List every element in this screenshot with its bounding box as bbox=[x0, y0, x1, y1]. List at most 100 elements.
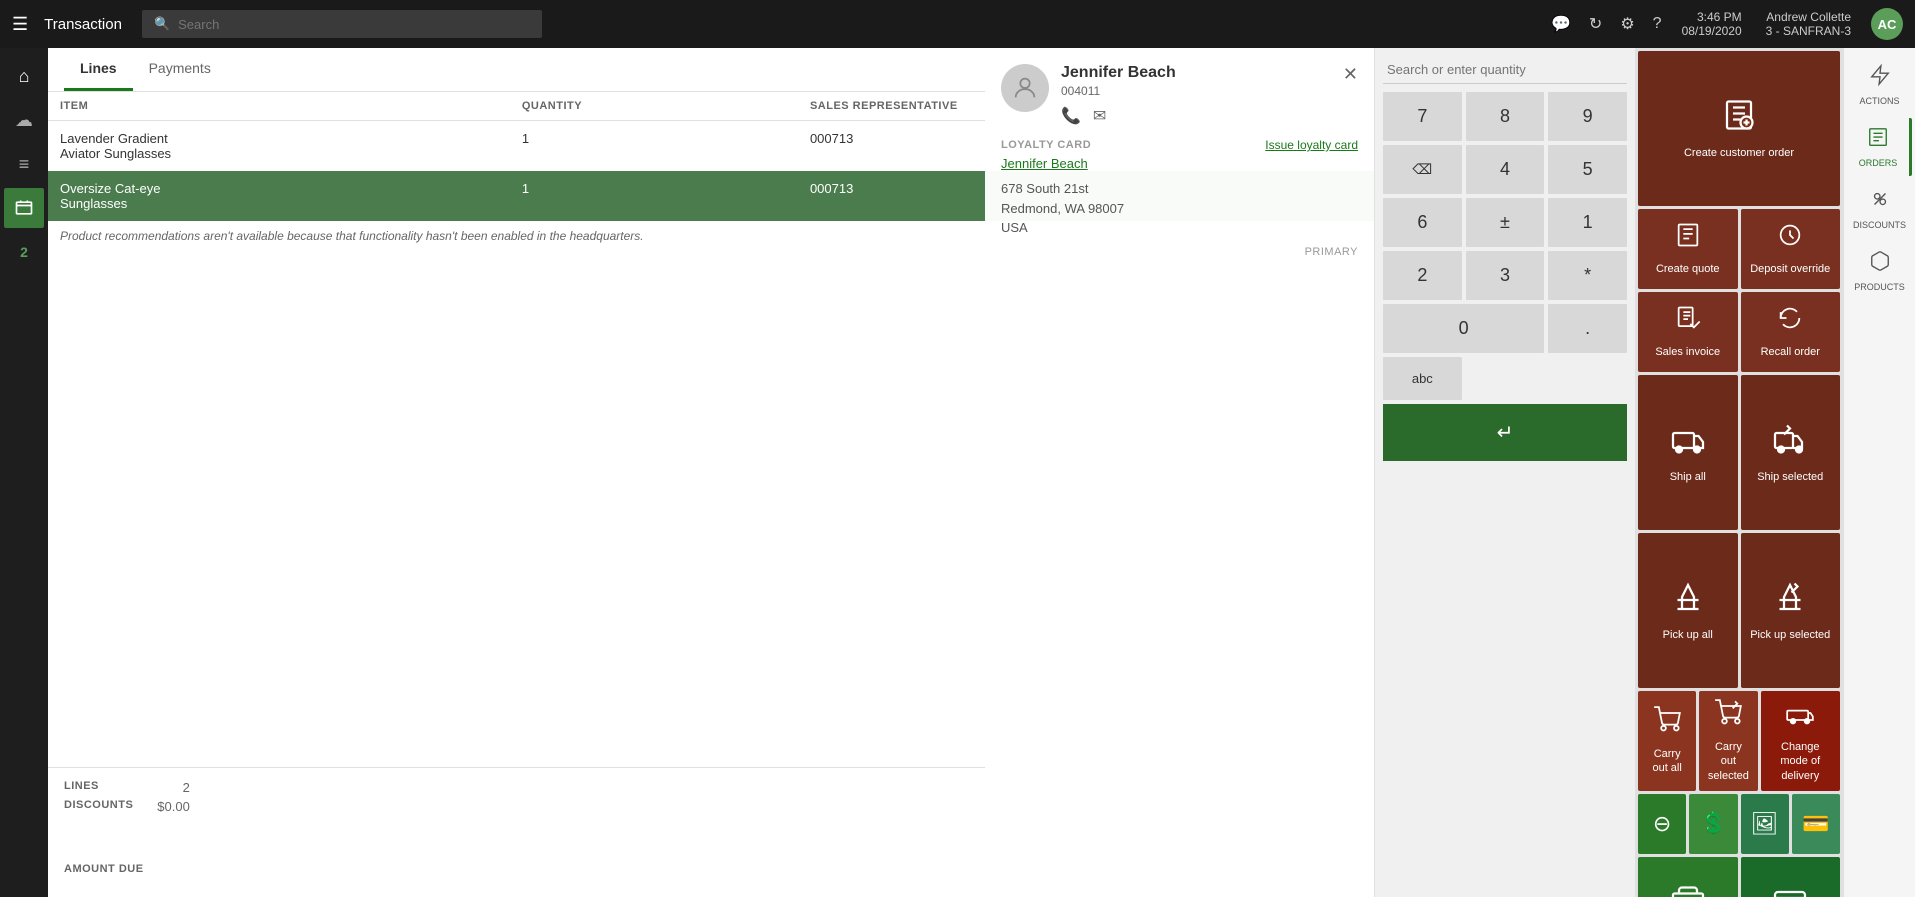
numpad-9[interactable]: 9 bbox=[1548, 92, 1627, 141]
numpad-7[interactable]: 7 bbox=[1383, 92, 1462, 141]
carry-out-all-label: Carry out all bbox=[1646, 747, 1688, 776]
app-title: Transaction bbox=[44, 16, 122, 33]
sidebar-item-cloud[interactable]: ☁ bbox=[4, 100, 44, 140]
hamburger-icon[interactable]: ☰ bbox=[12, 14, 28, 35]
tab-lines[interactable]: Lines bbox=[64, 48, 133, 91]
lines-label: LINES bbox=[64, 780, 99, 795]
tile-ship-selected[interactable]: Ship selected bbox=[1741, 375, 1841, 530]
tile-create-customer-order[interactable]: Create customer order bbox=[1638, 51, 1840, 206]
numpad-1[interactable]: 1 bbox=[1548, 198, 1627, 247]
topbar: ☰ Transaction 🔍 💬 ↻ ⚙ ? 3:46 PM 08/19/20… bbox=[0, 0, 1915, 48]
action-strip-discounts[interactable]: DISCOUNTS bbox=[1848, 180, 1912, 238]
pick-up-selected-label: Pick up selected bbox=[1750, 628, 1830, 642]
numpad-plusminus[interactable]: ± bbox=[1466, 198, 1545, 247]
tile-deposit-override[interactable]: Deposit override bbox=[1741, 209, 1841, 289]
refresh-icon[interactable]: ↻ bbox=[1589, 14, 1602, 34]
sidebar-item-2[interactable]: 2 bbox=[4, 232, 44, 272]
numpad-8[interactable]: 8 bbox=[1466, 92, 1545, 141]
numpad-3[interactable]: 3 bbox=[1466, 251, 1545, 300]
tab-payments[interactable]: Payments bbox=[133, 48, 227, 91]
store-id: 3 - SANFRAN-3 bbox=[1766, 24, 1851, 38]
tiles-row-6: Carry out all Carry out selected bbox=[1638, 691, 1840, 791]
change-mode-delivery-icon bbox=[1786, 699, 1814, 734]
sidebar-item-cart[interactable] bbox=[4, 188, 44, 228]
close-customer-button[interactable]: ✕ bbox=[1343, 64, 1358, 85]
pick-up-selected-icon bbox=[1772, 579, 1808, 622]
tile-pay-card[interactable]: Pay card bbox=[1741, 857, 1841, 897]
tile-carry-out-all[interactable]: Carry out all bbox=[1638, 691, 1696, 791]
issue-loyalty-button[interactable]: Issue loyalty card bbox=[1265, 138, 1358, 152]
email-icon[interactable]: ✉ bbox=[1093, 106, 1106, 126]
settings-icon[interactable]: ⚙ bbox=[1620, 14, 1634, 34]
tile-icon-2[interactable]: 💲 bbox=[1689, 794, 1737, 854]
sidebar-item-menu[interactable]: ≡ bbox=[4, 144, 44, 184]
pay-card-icon bbox=[1772, 883, 1808, 897]
tile-sales-invoice[interactable]: Sales invoice bbox=[1638, 292, 1738, 372]
numpad-search-input[interactable] bbox=[1383, 56, 1627, 84]
tile-pay-cash[interactable]: Pay cash bbox=[1638, 857, 1738, 897]
tile-carry-out-selected[interactable]: Carry out selected bbox=[1699, 691, 1757, 791]
tile-recall-order[interactable]: Recall order bbox=[1741, 292, 1841, 372]
customer-name: Jennifer Beach bbox=[1061, 64, 1176, 82]
carry-out-selected-icon bbox=[1714, 699, 1742, 734]
actions-icon bbox=[1869, 64, 1891, 92]
sidebar-item-home[interactable]: ⌂ bbox=[4, 56, 44, 96]
numpad-4[interactable]: 4 bbox=[1466, 145, 1545, 194]
create-quote-icon bbox=[1674, 221, 1702, 256]
create-customer-order-label: Create customer order bbox=[1684, 146, 1794, 160]
amount-due-label: AMOUNT DUE bbox=[64, 863, 144, 875]
numpad-6[interactable]: 6 bbox=[1383, 198, 1462, 247]
pay-cash-icon bbox=[1670, 883, 1706, 897]
help-icon[interactable]: ? bbox=[1653, 15, 1662, 33]
ship-all-icon bbox=[1670, 421, 1706, 464]
address-line2: Redmond, WA 98007 bbox=[1001, 201, 1124, 216]
avatar[interactable]: AC bbox=[1871, 8, 1903, 40]
lines-value: 2 bbox=[183, 780, 190, 795]
tile-icon-4[interactable]: 💳 bbox=[1792, 794, 1840, 854]
action-strip: ACTIONS ORDERS bbox=[1843, 48, 1915, 897]
numpad-grid: 7 8 9 ⌫ 4 5 6 ± 1 2 3 * 0 . abc bbox=[1383, 92, 1627, 400]
action-strip-products[interactable]: PRODUCTS bbox=[1848, 242, 1912, 300]
numpad-5[interactable]: 5 bbox=[1548, 145, 1627, 194]
carry-out-all-icon bbox=[1653, 706, 1681, 741]
numpad-multiply[interactable]: * bbox=[1548, 251, 1627, 300]
search-input[interactable] bbox=[178, 17, 530, 32]
numpad-2[interactable]: 2 bbox=[1383, 251, 1462, 300]
products-icon bbox=[1869, 250, 1891, 278]
discounts-label: DISCOUNTS bbox=[64, 799, 133, 814]
item-name: Lavender GradientAviator Sunglasses bbox=[48, 121, 510, 172]
search-bar[interactable]: 🔍 bbox=[142, 10, 542, 38]
action-strip-actions[interactable]: ACTIONS bbox=[1848, 56, 1912, 114]
tile-pick-up-selected[interactable]: Pick up selected bbox=[1741, 533, 1841, 688]
username: Andrew Collette bbox=[1766, 10, 1851, 24]
phone-icon[interactable]: 📞 bbox=[1061, 106, 1081, 126]
tile-icon-1[interactable]: ⊖ bbox=[1638, 794, 1686, 854]
right-panel: Jennifer Beach 004011 📞 ✉ ✕ LOYALTY CARD… bbox=[985, 48, 1635, 897]
numpad-section: 7 8 9 ⌫ 4 5 6 ± 1 2 3 * 0 . abc ↵ bbox=[1375, 48, 1635, 897]
chat-icon[interactable]: 💬 bbox=[1551, 14, 1571, 34]
tile-ship-all[interactable]: Ship all bbox=[1638, 375, 1738, 530]
ship-all-label: Ship all bbox=[1670, 470, 1706, 484]
change-mode-delivery-label: Change mode of delivery bbox=[1769, 740, 1832, 783]
numpad-dot[interactable]: . bbox=[1548, 304, 1627, 353]
primary-badge: PRIMARY bbox=[1001, 246, 1358, 258]
tile-create-quote[interactable]: Create quote bbox=[1638, 209, 1738, 289]
numpad-backspace[interactable]: ⌫ bbox=[1383, 145, 1462, 194]
lines-row: LINES 2 bbox=[64, 780, 190, 795]
tile-change-mode-of-delivery[interactable]: Change mode of delivery bbox=[1761, 691, 1840, 791]
tiles-row-5: Pick up all Pick up selected bbox=[1638, 533, 1840, 688]
tiles-row-2: Create quote Deposit override bbox=[1638, 209, 1840, 289]
loyalty-name[interactable]: Jennifer Beach bbox=[1001, 156, 1358, 171]
carry-out-selected-label: Carry out selected bbox=[1707, 740, 1749, 783]
tile-icon-3[interactable]: 🖼 bbox=[1741, 794, 1789, 854]
sales-invoice-icon bbox=[1674, 304, 1702, 339]
tile-pick-up-all[interactable]: Pick up all bbox=[1638, 533, 1738, 688]
numpad-0[interactable]: 0 bbox=[1383, 304, 1544, 353]
customer-id: 004011 bbox=[1061, 84, 1176, 98]
numpad-abc[interactable]: abc bbox=[1383, 357, 1462, 400]
numpad-enter[interactable]: ↵ bbox=[1383, 404, 1627, 461]
action-strip-orders[interactable]: ORDERS bbox=[1848, 118, 1912, 176]
tiles-row-4: Ship all Ship selected bbox=[1638, 375, 1840, 530]
search-icon: 🔍 bbox=[154, 16, 170, 32]
products-label: PRODUCTS bbox=[1854, 282, 1905, 292]
